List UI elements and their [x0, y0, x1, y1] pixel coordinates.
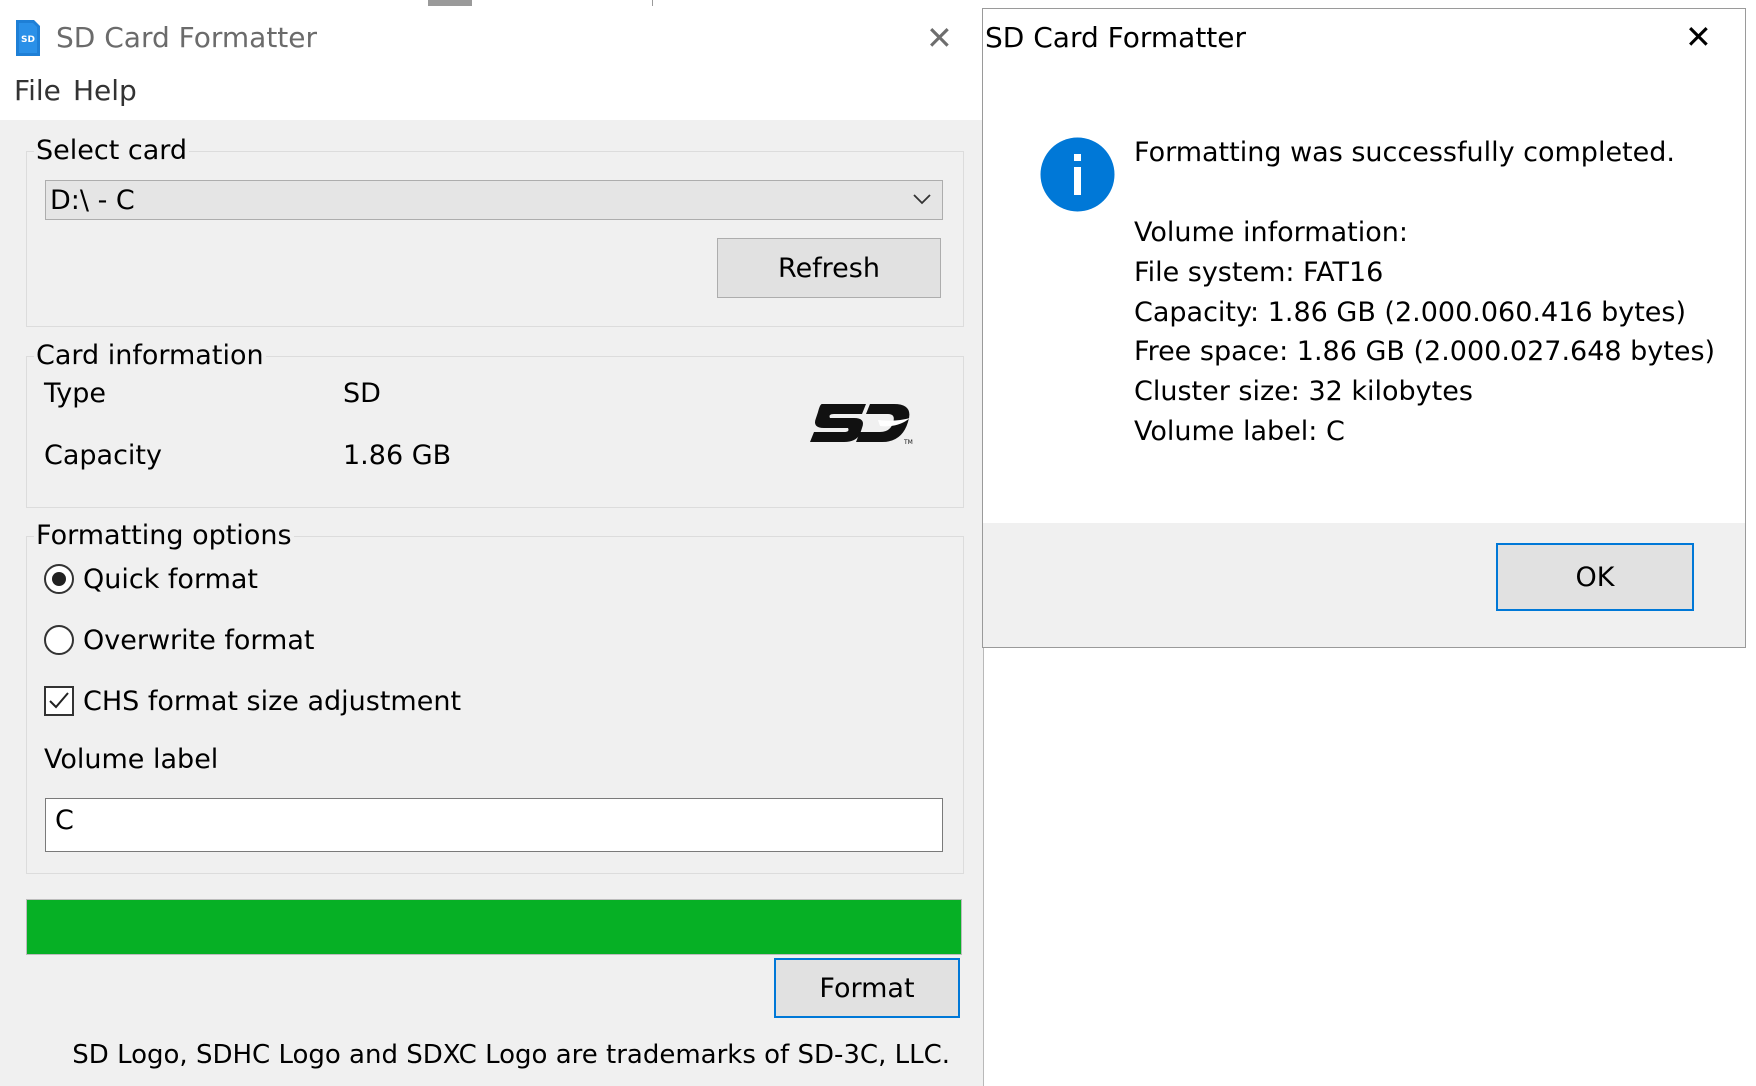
- card-type-value: SD: [343, 378, 381, 409]
- dialog-message: Formatting was successfully completed.: [1134, 137, 1675, 168]
- svg-text:TM: TM: [903, 439, 913, 446]
- free-space-line: Free space: 1.86 GB (2.000.027.648 bytes…: [1134, 336, 1716, 367]
- card-type-key: Type: [44, 378, 107, 409]
- radio-selected-dot: [52, 572, 66, 586]
- ok-button[interactable]: OK: [1496, 543, 1694, 611]
- menu-file[interactable]: File: [14, 74, 61, 107]
- capacity-line: Capacity: 1.86 GB (2.000.060.416 bytes): [1134, 297, 1686, 328]
- dialog-title: SD Card Formatter: [985, 21, 1247, 54]
- overwrite-format-label[interactable]: Overwrite format: [83, 625, 315, 656]
- title-bar: SD SD Card Formatter ✕: [0, 8, 983, 66]
- chs-adjust-label[interactable]: CHS format size adjustment: [83, 686, 461, 717]
- background-edge-mark: [428, 0, 472, 6]
- sd-card-app-icon: SD: [16, 20, 40, 56]
- select-card-label: Select card: [34, 135, 190, 166]
- format-progress-bar: [26, 899, 962, 955]
- window-title: SD Card Formatter: [56, 21, 318, 54]
- file-system-line: File system: FAT16: [1134, 257, 1384, 288]
- card-information-label: Card information: [34, 340, 266, 371]
- chs-adjust-checkbox[interactable]: [44, 686, 74, 716]
- sd-logo-icon: TM: [810, 404, 913, 446]
- refresh-button[interactable]: Refresh: [717, 238, 941, 298]
- checkmark-icon: [49, 692, 69, 709]
- card-capacity-value: 1.86 GB: [343, 440, 452, 471]
- volume-label-line: Volume label: C: [1134, 416, 1345, 447]
- formatting-options-label: Formatting options: [34, 520, 294, 551]
- format-button[interactable]: Format: [774, 958, 960, 1018]
- volume-info-heading: Volume information:: [1134, 217, 1408, 248]
- card-capacity-key: Capacity: [44, 440, 162, 471]
- volume-label-input[interactable]: C: [45, 798, 943, 852]
- sd-card-formatter-window: SD SD Card Formatter ✕ File Help Select …: [0, 8, 984, 1086]
- quick-format-label[interactable]: Quick format: [83, 564, 258, 595]
- volume-label-caption: Volume label: [44, 744, 219, 775]
- svg-text:SD: SD: [21, 35, 35, 45]
- overwrite-format-radio[interactable]: [44, 625, 74, 655]
- info-icon: [1040, 137, 1115, 212]
- background-edge-mark: [652, 0, 653, 6]
- close-icon[interactable]: ✕: [926, 22, 953, 54]
- trademark-notice: SD Logo, SDHC Logo and SDXC Logo are tra…: [72, 1040, 950, 1070]
- card-select-dropdown[interactable]: D:\ - C: [45, 180, 943, 220]
- card-select-value: D:\ - C: [50, 185, 135, 216]
- cluster-size-line: Cluster size: 32 kilobytes: [1134, 376, 1473, 407]
- format-progress-fill: [27, 900, 961, 954]
- dialog-button-area: OK: [983, 523, 1745, 647]
- dialog-close-icon[interactable]: ✕: [1685, 21, 1712, 53]
- volume-label-value: C: [55, 805, 74, 836]
- menu-help[interactable]: Help: [73, 74, 137, 107]
- quick-format-radio[interactable]: [44, 564, 74, 594]
- format-complete-dialog: SD Card Formatter ✕ Formatting was succe…: [982, 8, 1746, 648]
- menu-bar: File Help: [0, 66, 983, 120]
- chevron-down-icon: [913, 194, 931, 205]
